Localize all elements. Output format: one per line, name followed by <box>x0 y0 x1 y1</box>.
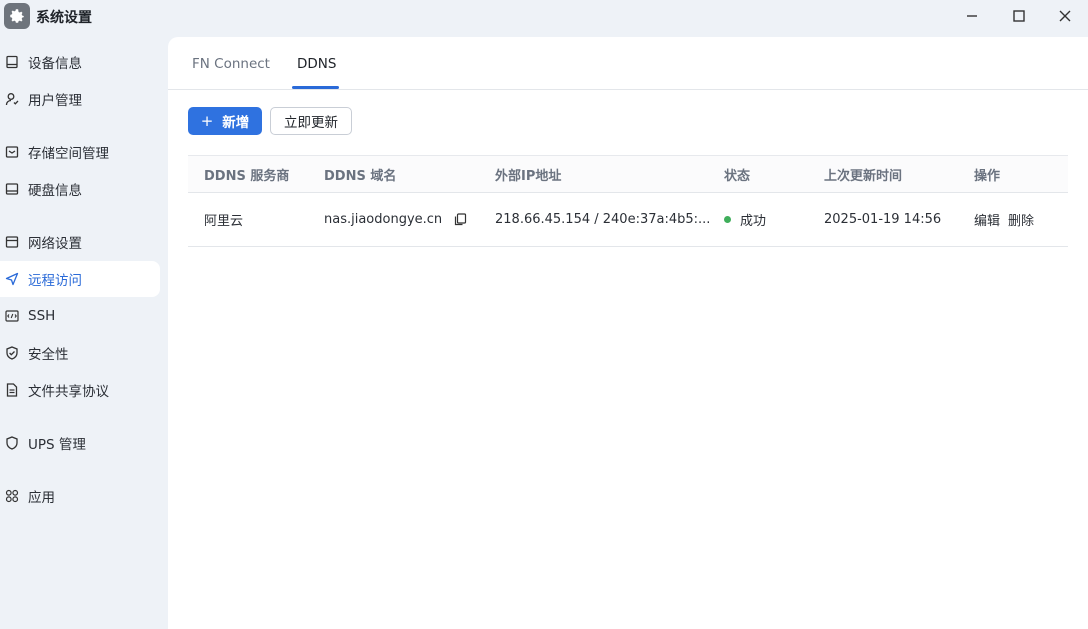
sidebar-item-apps[interactable]: 应用 <box>0 478 160 514</box>
user-icon <box>5 92 19 106</box>
sidebar-item-disk-info[interactable]: 硬盘信息 <box>0 171 160 207</box>
shield-icon <box>5 436 19 450</box>
sidebar-item-device-info[interactable]: 设备信息 <box>0 44 160 80</box>
main-panel: FN Connect DDNS + 新增 立即更新 DDNS 服务商 DDNS … <box>168 37 1088 629</box>
tab-fn-connect[interactable]: FN Connect <box>192 37 270 90</box>
cell-updated: 2025-01-19 14:56 <box>824 212 942 227</box>
window-title: 系统设置 <box>36 10 92 26</box>
sidebar-item-user-management[interactable]: 用户管理 <box>0 81 160 117</box>
table-header: DDNS 服务商 DDNS 域名 外部IP地址 状态 上次更新时间 操作 <box>188 155 1068 193</box>
copy-icon[interactable] <box>454 213 467 226</box>
cell-ip: 218.66.45.154 / 240e:37a:4b5:... <box>495 212 711 227</box>
column-header-ip: 外部IP地址 <box>495 169 562 184</box>
status-badge: 成功 <box>740 214 767 229</box>
tab-ddns[interactable]: DDNS <box>297 37 336 90</box>
sidebar-item-storage[interactable]: 存储空间管理 <box>0 134 160 170</box>
sidebar-item-label: 文件共享协议 <box>28 384 109 400</box>
plus-icon: + <box>200 112 214 130</box>
sidebar-item-label: 设备信息 <box>28 56 82 72</box>
file-icon <box>5 383 19 397</box>
cell-actions: 编辑 删除 <box>974 193 1042 246</box>
edit-link[interactable]: 编辑 <box>974 210 1000 229</box>
sidebar-item-label: SSH <box>28 308 56 324</box>
sidebar-item-label: 硬盘信息 <box>28 183 82 199</box>
storage-icon <box>5 145 19 159</box>
status-dot <box>724 216 731 223</box>
add-button[interactable]: + 新增 <box>188 107 262 135</box>
column-header-provider: DDNS 服务商 <box>204 169 290 184</box>
sidebar-item-label: 应用 <box>28 490 55 506</box>
active-tab-indicator <box>292 86 339 89</box>
sidebar: 设备信息 用户管理 存储空间管理 硬盘信息 网络设置 远程访问 SSH 安全性 … <box>0 36 168 629</box>
sidebar-item-label: 远程访问 <box>28 273 82 289</box>
column-header-status: 状态 <box>724 169 751 184</box>
sidebar-item-label: 存储空间管理 <box>28 146 109 162</box>
tab-bar: FN Connect DDNS <box>168 37 1088 90</box>
sidebar-item-security[interactable]: 安全性 <box>0 335 160 371</box>
column-header-domain: DDNS 域名 <box>324 169 397 184</box>
table-row: 阿里云 nas.jiaodongye.cn 218.66.45.154 / 24… <box>188 193 1068 247</box>
device-icon <box>5 55 19 69</box>
sidebar-item-ups[interactable]: UPS 管理 <box>0 425 160 461</box>
apps-icon <box>5 489 19 503</box>
cell-provider: 阿里云 <box>204 214 244 229</box>
title-bar: 系统设置 <box>0 0 1088 36</box>
network-icon <box>5 235 19 249</box>
sidebar-item-remote-access[interactable]: 远程访问 <box>0 261 160 297</box>
cell-status: 成功 <box>724 193 766 246</box>
shield-check-icon <box>5 346 19 360</box>
gear-icon <box>4 3 30 29</box>
ddns-table: DDNS 服务商 DDNS 域名 外部IP地址 状态 上次更新时间 操作 阿里云… <box>188 155 1068 247</box>
sidebar-item-network[interactable]: 网络设置 <box>0 224 160 260</box>
sidebar-item-label: 安全性 <box>28 347 69 363</box>
add-button-label: 新增 <box>222 115 250 131</box>
update-now-button[interactable]: 立即更新 <box>270 107 352 135</box>
disk-icon <box>5 182 19 196</box>
cell-domain: nas.jiaodongye.cn <box>324 193 467 246</box>
sidebar-item-label: 网络设置 <box>28 236 82 252</box>
domain-text: nas.jiaodongye.cn <box>324 212 443 227</box>
send-icon <box>5 272 19 286</box>
close-icon[interactable] <box>1051 4 1079 28</box>
sidebar-item-ssh[interactable]: SSH <box>0 298 160 334</box>
terminal-icon <box>5 309 19 323</box>
minimize-icon[interactable] <box>958 4 986 28</box>
maximize-icon[interactable] <box>1005 4 1033 28</box>
column-header-updated: 上次更新时间 <box>824 169 903 184</box>
delete-link[interactable]: 删除 <box>1008 210 1034 229</box>
column-header-actions: 操作 <box>974 169 1001 184</box>
sidebar-item-label: UPS 管理 <box>28 437 86 453</box>
sidebar-item-label: 用户管理 <box>28 93 82 109</box>
sidebar-item-file-sharing[interactable]: 文件共享协议 <box>0 372 160 408</box>
